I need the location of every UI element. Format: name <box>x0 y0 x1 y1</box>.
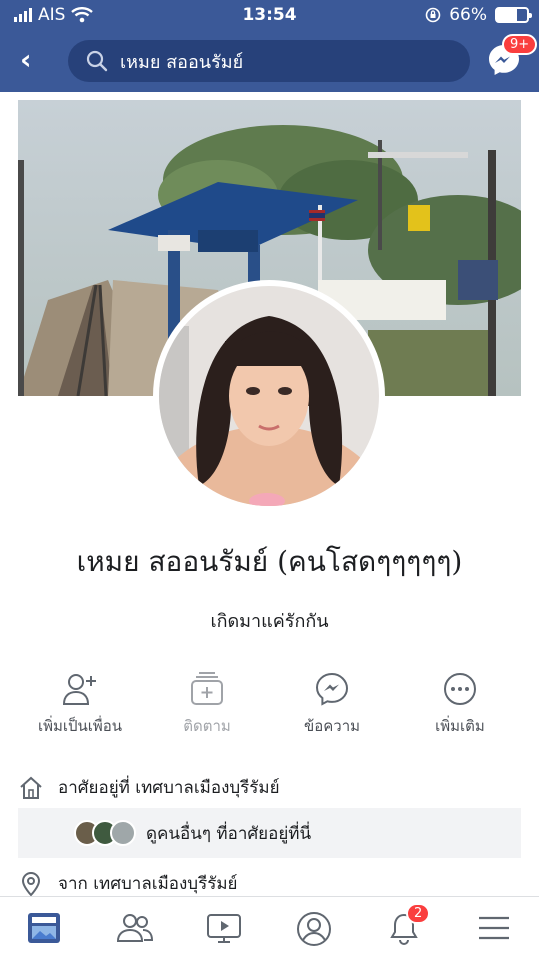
friends-avatars <box>74 820 136 846</box>
back-icon[interactable]: ‹ <box>20 46 32 74</box>
watch-video-icon <box>207 914 241 943</box>
add-friend-icon <box>62 674 96 705</box>
profile-bio: เกิดมาแค่รักกัน <box>210 611 329 632</box>
bottom-tab-bar: 2 <box>0 896 539 960</box>
notifications-badge: 2 <box>406 903 431 924</box>
search-input[interactable]: เหมย สออนรัมย์ <box>68 40 470 82</box>
tab-watch[interactable] <box>206 911 246 947</box>
message-button[interactable]: ข้อความ <box>272 672 392 738</box>
messenger-badge: 9+ <box>502 34 538 55</box>
tab-notifications[interactable]: 2 <box>386 903 431 947</box>
location-pin-icon <box>21 871 41 896</box>
tab-news-feed[interactable] <box>26 911 66 947</box>
hamburger-menu-icon <box>479 916 509 940</box>
news-feed-icon <box>28 913 60 943</box>
messenger-outline-icon <box>315 672 349 706</box>
profile-picture[interactable] <box>153 280 385 512</box>
profile-name: เหมย สออนรัมย์ (คนโสดๆๆๆๆๆ) <box>76 545 463 578</box>
from-row[interactable]: จาก เทศบาลเมืองบุรีรัมย์ <box>18 870 238 897</box>
search-icon <box>86 50 108 72</box>
add-friend-label: เพิ่มเป็นเพื่อน <box>37 717 123 735</box>
messenger-button[interactable]: 9+ <box>486 34 538 78</box>
lives-in-text: อาศัยอยู่ที่ เทศบาลเมืองบุรีรัมย์ <box>58 778 280 798</box>
orientation-lock-icon <box>425 7 441 23</box>
profile-icon <box>297 912 331 946</box>
battery-icon <box>495 7 532 23</box>
from-text: จาก เทศบาลเมืองบุรีรัมย์ <box>58 874 238 894</box>
more-button[interactable]: เพิ่มเติม <box>400 672 520 738</box>
friends-nearby-row[interactable]: ดูคนอื่นๆ ที่อาศัยอยู่ที่นี่ <box>18 808 521 858</box>
battery-percent: 66% <box>449 5 487 25</box>
home-icon <box>20 776 42 799</box>
message-label: ข้อความ <box>303 717 361 735</box>
friends-nearby-text: ดูคนอื่นๆ ที่อาศัยอยู่ที่นี่ <box>146 823 312 844</box>
tab-menu[interactable] <box>476 911 516 947</box>
status-bar: AIS 13:54 66% <box>0 0 539 30</box>
profile-actions: เพิ่มเป็นเพื่อน ติดตาม ข้อความ เพิ่มเติม <box>0 672 539 752</box>
search-query: เหมย สออนรัมย์ <box>120 51 244 73</box>
tab-friends[interactable] <box>116 911 156 947</box>
follow-button[interactable]: ติดตาม <box>147 672 267 738</box>
more-icon <box>444 673 476 705</box>
add-friend-button[interactable]: เพิ่มเป็นเพื่อน <box>20 672 140 738</box>
lives-in-row[interactable]: อาศัยอยู่ที่ เทศบาลเมืองบุรีรัมย์ <box>18 774 280 801</box>
follow-icon <box>191 672 223 705</box>
follow-label: ติดตาม <box>183 717 231 735</box>
tab-profile[interactable] <box>296 911 336 947</box>
more-label: เพิ่มเติม <box>435 717 485 735</box>
friends-icon <box>116 914 154 942</box>
top-nav-bar: ‹ เหมย สออนรัมย์ 9+ <box>0 30 539 92</box>
